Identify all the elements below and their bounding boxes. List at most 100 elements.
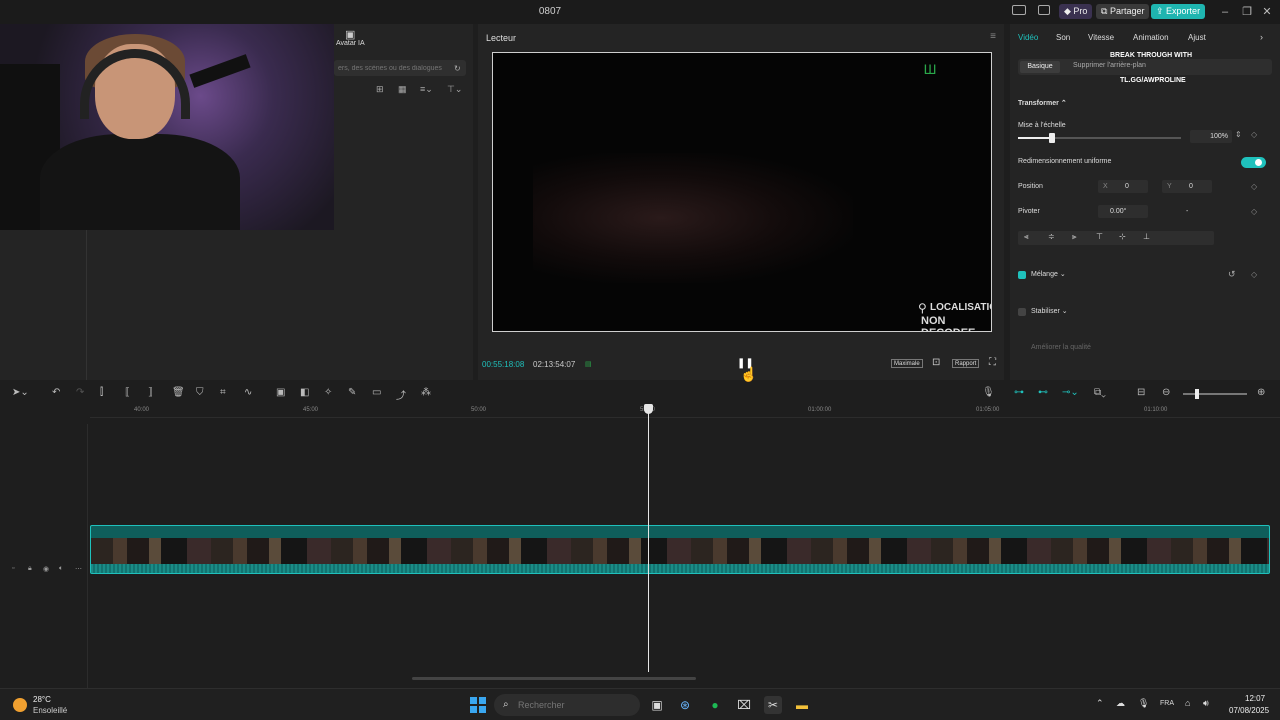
magic-icon[interactable]: ✎ xyxy=(348,387,356,398)
marker-icon[interactable]: ⛉ xyxy=(196,387,204,398)
keyframe-icon[interactable]: ◇ xyxy=(1251,182,1257,191)
zoom-slider-track[interactable] xyxy=(1183,393,1247,395)
stepper-icon[interactable]: ⇕ xyxy=(1235,130,1242,139)
fullscreen-icon[interactable]: ⛶ xyxy=(989,357,996,368)
subtitle-icon[interactable]: ▭ xyxy=(372,387,381,398)
cutout-icon[interactable]: ✧ xyxy=(324,387,332,398)
stabilize-checkbox[interactable] xyxy=(1018,308,1026,316)
volume-icon[interactable]: 🔊︎ xyxy=(1203,698,1209,709)
time-ruler[interactable]: 40:00 45:00 50:00 55:00 01:00:00 01:05:0… xyxy=(90,404,1280,418)
more-icon[interactable]: ⋯ xyxy=(75,565,82,573)
zoom-slider-handle[interactable] xyxy=(1195,389,1199,399)
waveform-icon[interactable]: ▤ xyxy=(585,360,592,368)
redo-icon[interactable]: ↷ xyxy=(76,387,84,398)
keyframe-icon[interactable]: ◇ xyxy=(1251,270,1257,279)
undo-icon[interactable]: ↶ xyxy=(52,387,60,398)
clock-date[interactable]: 07/08/2025 xyxy=(1229,706,1269,715)
terminal-icon[interactable]: ⌧ xyxy=(735,696,753,714)
transform-section-header[interactable]: Transformer ⌃ xyxy=(1018,99,1067,107)
delete-icon[interactable]: 🗑 xyxy=(172,387,185,398)
magnet-icon[interactable]: ⊶ xyxy=(1014,387,1024,398)
network-icon[interactable]: ⌂ xyxy=(1185,698,1190,708)
crop-icon[interactable]: ⌗ xyxy=(220,387,226,398)
weather-temperature[interactable]: 28°C xyxy=(33,695,51,704)
steam-icon[interactable]: ⊛ xyxy=(676,696,694,714)
scale-slider-handle[interactable] xyxy=(1049,133,1055,143)
split-icon[interactable]: ⫿ xyxy=(100,387,103,398)
layout-icon[interactable] xyxy=(1012,5,1026,15)
blend-checkbox[interactable] xyxy=(1018,271,1026,279)
snapshot-icon[interactable]: ⊡ xyxy=(932,357,940,368)
select-tool-icon[interactable]: ➤⌄ xyxy=(12,387,29,398)
share-button[interactable]: ⧉ Partager xyxy=(1096,4,1150,19)
windows-start-icon[interactable] xyxy=(470,697,486,713)
tab-adjust[interactable]: Ajust xyxy=(1188,33,1206,42)
zoom-out-icon[interactable]: ⊖ xyxy=(1162,387,1170,398)
task-view-icon[interactable]: ▣ xyxy=(648,696,666,714)
sun-icon[interactable] xyxy=(13,698,27,712)
subtitle-track-icon[interactable]: ⊟ xyxy=(1137,387,1145,398)
video-preview[interactable]: Ш ⚲ LOCALISATION NON DECODEE xyxy=(492,52,992,332)
align-bottom-icon[interactable]: ⊥ xyxy=(1143,232,1150,241)
preview-axis-icon[interactable]: ⧉⌄ xyxy=(1094,387,1106,398)
speed-curve-icon[interactable]: ∿ xyxy=(244,387,252,398)
weather-description[interactable]: Ensoleillé xyxy=(33,706,67,715)
uniform-scale-toggle[interactable] xyxy=(1241,157,1266,168)
improve-quality-header[interactable]: Améliorer la qualité xyxy=(1031,344,1091,351)
tab-audio[interactable]: Son xyxy=(1056,33,1070,42)
subtab-remove-background[interactable]: Supprimer l'arrière-plan xyxy=(1073,62,1146,69)
shortcut-icon[interactable] xyxy=(1038,5,1050,15)
media-search-input[interactable] xyxy=(334,60,466,76)
align-top-icon[interactable]: ⊤ xyxy=(1096,232,1103,241)
taskbar-search-input[interactable] xyxy=(494,694,640,716)
avatar-ia-tab[interactable]: Avatar IA xyxy=(336,40,365,47)
spotify-icon[interactable]: ● xyxy=(706,696,724,714)
file-explorer-icon[interactable]: ▬ xyxy=(793,696,811,714)
ai-effect-icon[interactable]: ⁂ xyxy=(421,387,431,398)
tab-speed[interactable]: Vitesse xyxy=(1088,33,1114,42)
align-middle-icon[interactable]: ⊹ xyxy=(1119,232,1126,241)
scale-value-field[interactable]: 100% xyxy=(1190,130,1232,143)
freeze-icon[interactable]: ▣ xyxy=(276,387,285,398)
tab-animation[interactable]: Animation xyxy=(1133,33,1169,42)
keyframe-icon[interactable]: ◇ xyxy=(1251,130,1257,139)
stabilize-section-header[interactable]: Stabiliser ⌄ xyxy=(1031,307,1068,315)
keyframe-icon[interactable]: ◇ xyxy=(1251,207,1257,216)
chevron-up-icon[interactable]: ⌃ xyxy=(1096,698,1104,709)
chevron-right-icon[interactable]: › xyxy=(1260,32,1263,42)
rotate-field[interactable]: 0.00° xyxy=(1098,205,1148,218)
zoom-in-icon[interactable]: ⊕ xyxy=(1257,387,1265,398)
split-right-icon[interactable]: ⟧ xyxy=(148,387,153,398)
export-frame-icon[interactable]: ⤴ xyxy=(396,387,406,402)
speaker-icon[interactable]: 🔈︎ xyxy=(59,565,63,573)
pro-button[interactable]: ◆ Pro xyxy=(1059,4,1093,19)
lock-icon[interactable]: 🔒︎ xyxy=(28,565,32,573)
align-left-icon[interactable]: ⫷ xyxy=(1024,232,1029,242)
menu-icon[interactable]: ≡ xyxy=(990,31,996,42)
blend-section-header[interactable]: Mélange ⌄ xyxy=(1031,270,1066,278)
split-left-icon[interactable]: ⟦ xyxy=(125,387,130,398)
ratio-button[interactable]: Rapport xyxy=(952,359,980,368)
tab-video[interactable]: Vidéo xyxy=(1018,33,1038,42)
reset-icon[interactable]: ↺ xyxy=(1228,269,1236,280)
clock-time[interactable]: 12:07 xyxy=(1245,694,1265,703)
align-right-icon[interactable]: ⫸ xyxy=(1072,232,1077,242)
playhead-handle[interactable] xyxy=(644,404,653,414)
timeline-scrollbar[interactable] xyxy=(412,677,696,680)
cover-icon[interactable]: ▫ xyxy=(12,565,14,572)
refresh-icon[interactable]: ↻ xyxy=(454,64,461,73)
grid-view-icon[interactable]: ▦ xyxy=(398,84,407,95)
eye-icon[interactable]: ◉ xyxy=(43,565,49,573)
mirror-icon[interactable]: ◧ xyxy=(300,387,309,398)
filter-icon[interactable]: ⊤⌄ xyxy=(447,84,462,95)
align-center-icon[interactable]: ≑ xyxy=(1048,232,1055,241)
keyboard-language[interactable]: FRA xyxy=(1160,700,1174,707)
snap-icon[interactable]: ⊸⌄ xyxy=(1062,387,1079,398)
subtab-basic[interactable]: Basique xyxy=(1020,61,1060,73)
sort-icon[interactable]: ≡⌄ xyxy=(420,84,433,95)
import-folder-icon[interactable]: ⊞ xyxy=(376,84,384,95)
export-button[interactable]: ⇪ Exporter xyxy=(1151,4,1206,19)
link-icon[interactable]: ⊷ xyxy=(1038,387,1048,398)
position-x-field[interactable]: X 0 xyxy=(1098,180,1148,193)
cloud-icon[interactable]: ☁ xyxy=(1116,698,1125,709)
